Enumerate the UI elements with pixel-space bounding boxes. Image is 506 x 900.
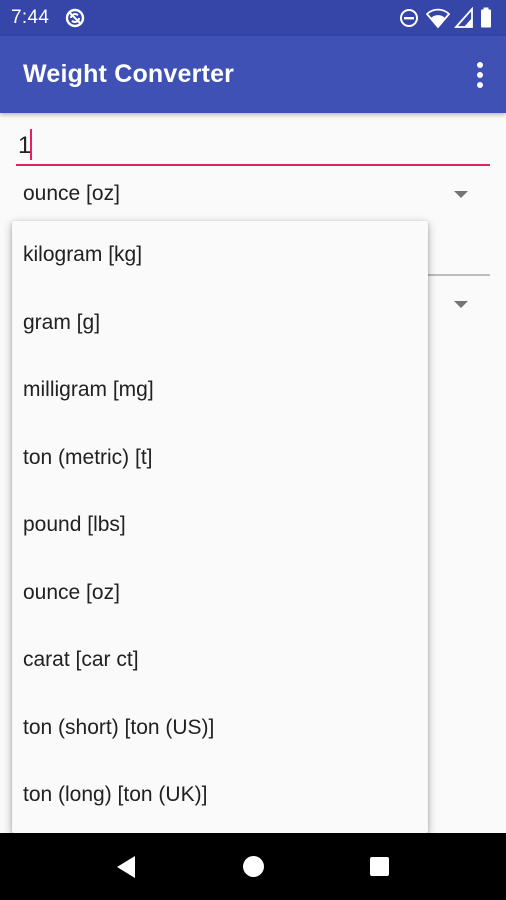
dropdown-option-ton-short[interactable]: ton (short) [ton (US)] — [12, 694, 428, 762]
dropdown-option-ton-metric[interactable]: ton (metric) [t] — [12, 424, 428, 492]
dropdown-arrow-icon — [454, 301, 468, 308]
cell-signal-icon — [454, 7, 473, 28]
dropdown-option-carat[interactable]: carat [car ct] — [12, 626, 428, 694]
status-bar: 7:44 — [0, 0, 506, 36]
status-time: 7:44 — [11, 7, 50, 28]
sync-disabled-icon — [65, 8, 85, 28]
from-unit-selected: ounce [oz] — [23, 182, 120, 205]
do-not-disturb-icon — [400, 9, 418, 27]
more-vert-icon[interactable] — [468, 60, 492, 90]
dropdown-option-milligram[interactable]: milligram [mg] — [12, 356, 428, 424]
dropdown-arrow-icon — [454, 191, 468, 198]
app-title: Weight Converter — [23, 60, 235, 88]
wifi-icon — [426, 8, 450, 29]
navigation-bar — [0, 833, 506, 900]
status-icons — [398, 7, 498, 29]
dropdown-option-ounce[interactable]: ounce [oz] — [12, 559, 428, 627]
from-unit-spinner[interactable]: ounce [oz] — [12, 172, 490, 216]
app-bar: Weight Converter — [0, 36, 506, 113]
dropdown-option-ton-long[interactable]: ton (long) [ton (UK)] — [12, 761, 428, 829]
back-icon[interactable] — [115, 855, 137, 879]
battery-icon — [481, 7, 491, 28]
dropdown-option-kilogram[interactable]: kilogram [kg] — [12, 221, 428, 289]
recents-icon[interactable] — [370, 857, 389, 876]
unit-dropdown-menu: kilogram [kg] gram [g] milligram [mg] to… — [12, 221, 428, 833]
home-icon[interactable] — [243, 856, 264, 877]
dropdown-option-gram[interactable]: gram [g] — [12, 289, 428, 357]
dropdown-option-pound[interactable]: pound [lbs] — [12, 491, 428, 559]
text-cursor — [30, 129, 32, 160]
weight-value-input[interactable] — [16, 124, 490, 166]
